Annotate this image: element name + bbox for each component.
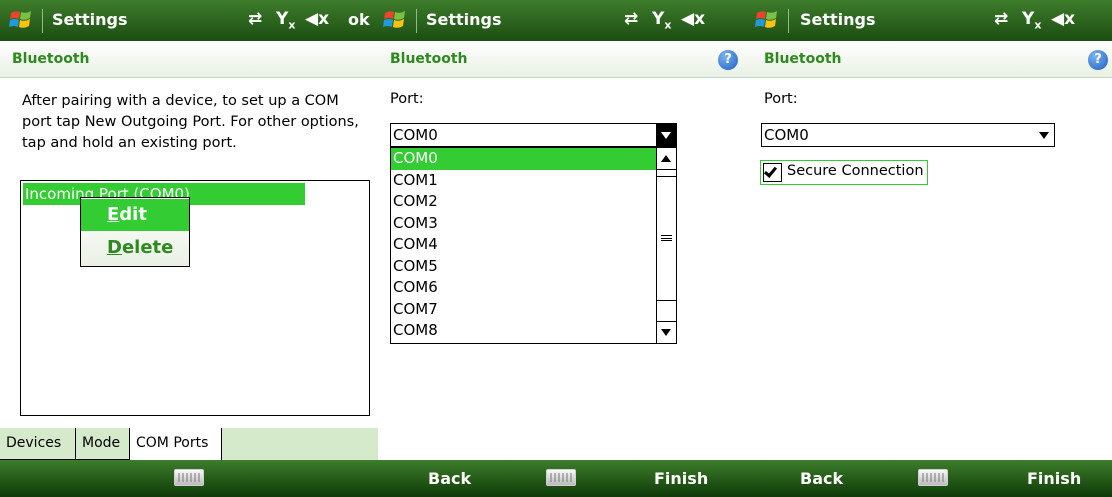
arrow-up-icon (661, 155, 671, 162)
delete-mnemonic: D (107, 237, 122, 258)
port-label: Port: (390, 91, 424, 107)
tab-devices[interactable]: Devices (0, 428, 76, 460)
finish-button[interactable]: Finish (1027, 469, 1081, 488)
delete-label-rest: elete (121, 237, 174, 258)
screen-port-settings: Settings ⇄ Yx ◀x Bluetooth ? Port: COM0 … (746, 0, 1112, 497)
windows-logo-icon[interactable] (754, 7, 781, 33)
sync-icon[interactable]: ⇄ (624, 9, 638, 29)
signal-icon[interactable]: Yx (652, 9, 671, 31)
windows-logo-icon[interactable] (382, 7, 409, 33)
dropdown-option[interactable]: COM0 (391, 148, 656, 170)
scroll-down-button[interactable] (657, 321, 676, 343)
arrow-down-icon (661, 329, 671, 336)
port-select-value: COM0 (393, 126, 438, 144)
finish-button[interactable]: Finish (654, 469, 708, 488)
page-header: Bluetooth ? (746, 41, 1112, 78)
page-header: Bluetooth (0, 41, 378, 78)
signal-sub: x (664, 18, 672, 32)
checkmark-icon (763, 164, 778, 178)
help-icon[interactable]: ? (718, 50, 738, 70)
window-title: Settings (426, 10, 502, 29)
title-bar: Settings ⇄ Yx ◀x ok (0, 0, 378, 41)
checkbox-label: Secure Connection (787, 163, 924, 179)
dropdown-option[interactable]: COM8 (391, 320, 656, 342)
scrollbar-thumb[interactable] (657, 176, 676, 301)
back-button[interactable]: Back (428, 469, 471, 488)
help-icon[interactable]: ? (1088, 50, 1108, 70)
signal-glyph: Y (276, 9, 289, 29)
port-select-value: COM0 (764, 126, 809, 144)
title-separator (788, 9, 789, 33)
dropdown-option[interactable]: COM2 (391, 191, 656, 213)
softkey-bar: Back Finish (746, 460, 1112, 497)
keyboard-keys (550, 473, 572, 482)
edit-menu-item[interactable]: Edit (81, 199, 189, 231)
keyboard-icon[interactable] (918, 469, 948, 486)
chevron-down-icon[interactable] (1034, 124, 1054, 146)
port-select[interactable]: COM0 (761, 123, 1055, 147)
instruction-text: After pairing with a device, to set up a… (22, 93, 359, 151)
window-title: Settings (52, 10, 128, 29)
keyboard-icon[interactable] (546, 469, 576, 486)
title-separator (416, 9, 417, 33)
chevron-down-icon[interactable] (656, 124, 676, 146)
arrow-glyph (1039, 132, 1049, 139)
title-bar: Settings ⇄ Yx ◀x (746, 0, 1112, 41)
keyboard-keys (178, 473, 200, 482)
port-list[interactable]: Incoming Port (COM0) (20, 180, 370, 416)
sync-icon[interactable]: ⇄ (248, 9, 262, 29)
checkbox-box[interactable] (763, 163, 782, 182)
screen-port-dropdown: Settings ⇄ Yx ◀x Bluetooth ? Port: COM0 … (378, 0, 746, 497)
port-label: Port: (764, 91, 798, 107)
volume-mute-icon[interactable]: ◀x (1051, 9, 1075, 29)
secure-connection-checkbox[interactable]: Secure Connection (760, 160, 928, 185)
context-menu: Edit Delete (80, 197, 190, 267)
windows-logo-icon[interactable] (8, 7, 35, 33)
tab-bar: Devices Mode COM Ports (0, 428, 378, 460)
page-title: Bluetooth (390, 51, 468, 67)
window-title: Settings (800, 10, 876, 29)
edit-label-rest: dit (119, 204, 147, 225)
delete-menu-item[interactable]: Delete (81, 232, 189, 264)
page-title: Bluetooth (764, 51, 842, 67)
edit-mnemonic: E (107, 204, 120, 225)
dropdown-option[interactable]: COM7 (391, 299, 656, 321)
ok-button[interactable]: ok (348, 10, 370, 29)
dropdown-option[interactable]: COM5 (391, 256, 656, 278)
signal-sub: x (288, 18, 296, 32)
tab-mode[interactable]: Mode (76, 428, 130, 460)
arrow-glyph (661, 132, 671, 139)
port-dropdown-list[interactable]: COM0 COM1 COM2 COM3 COM4 COM5 COM6 COM7 … (390, 147, 677, 344)
signal-sub: x (1034, 18, 1042, 32)
keyboard-icon[interactable] (174, 469, 204, 486)
signal-icon[interactable]: Yx (1022, 9, 1041, 31)
dropdown-option[interactable]: COM4 (391, 234, 656, 256)
signal-icon[interactable]: Yx (276, 9, 295, 31)
sync-icon[interactable]: ⇄ (994, 9, 1008, 29)
title-separator (42, 9, 43, 33)
signal-glyph: Y (652, 9, 665, 29)
softkey-bar: Back Finish (378, 460, 746, 497)
keyboard-keys (922, 473, 944, 482)
grip-icon (661, 235, 672, 241)
softkey-bar (0, 460, 378, 497)
dropdown-scrollbar[interactable] (656, 148, 676, 343)
dropdown-option[interactable]: COM3 (391, 213, 656, 235)
volume-mute-icon[interactable]: ◀x (305, 9, 329, 29)
volume-mute-icon[interactable]: ◀x (681, 9, 705, 29)
page-title: Bluetooth (12, 51, 90, 67)
screen-com-ports: Settings ⇄ Yx ◀x ok Bluetooth After pair… (0, 0, 378, 497)
tab-com-ports[interactable]: COM Ports (130, 428, 222, 460)
port-select[interactable]: COM0 (390, 123, 677, 147)
title-bar: Settings ⇄ Yx ◀x (378, 0, 746, 41)
page-header: Bluetooth ? (378, 41, 746, 78)
signal-glyph: Y (1022, 9, 1035, 29)
scroll-up-button[interactable] (657, 148, 676, 170)
back-button[interactable]: Back (800, 469, 843, 488)
dropdown-option[interactable]: COM6 (391, 277, 656, 299)
dropdown-option[interactable]: COM1 (391, 170, 656, 192)
